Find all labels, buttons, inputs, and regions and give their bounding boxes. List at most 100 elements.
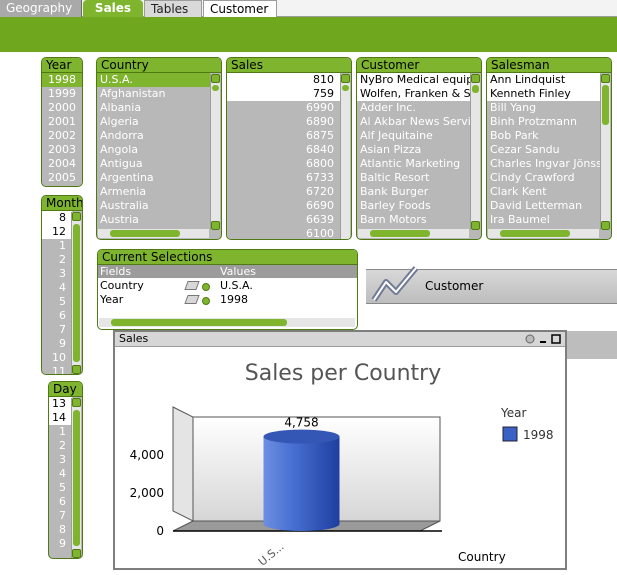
- list-item[interactable]: 1998: [42, 73, 82, 87]
- list-item[interactable]: Australia: [97, 199, 210, 213]
- tab-tables[interactable]: Tables: [144, 0, 202, 17]
- list-item[interactable]: 1: [42, 239, 72, 253]
- list-item[interactable]: 6: [49, 495, 72, 509]
- scroll-thumb[interactable]: [110, 230, 180, 237]
- list-item[interactable]: Angola: [97, 143, 210, 157]
- country-listbox[interactable]: Country U.S.A. Afghanistan Albania Algeria A…: [96, 57, 222, 240]
- list-item[interactable]: Clark Kent: [487, 185, 600, 199]
- list-item[interactable]: Ira Baumel: [487, 213, 600, 227]
- tab-geography[interactable]: Geography: [0, 0, 82, 28]
- sales-scrollbar[interactable]: [340, 74, 350, 239]
- list-item[interactable]: 11: [42, 365, 72, 374]
- tab-sales[interactable]: Sales: [83, 0, 143, 17]
- list-item[interactable]: Bank Burger: [357, 185, 470, 199]
- list-item[interactable]: 12: [42, 225, 72, 239]
- list-item[interactable]: Armenia: [97, 185, 210, 199]
- list-item[interactable]: Baltic Resort: [357, 171, 470, 185]
- customer-list[interactable]: NyBro Medical equipmentWolfen, Franken &…: [357, 73, 470, 227]
- country-list[interactable]: U.S.A. Afghanistan Albania Algeria Andorra An…: [97, 73, 210, 227]
- salesman-scrollbar[interactable]: [600, 74, 610, 230]
- chart-options-icon[interactable]: [525, 334, 535, 344]
- year-list[interactable]: 1998 1999 2000 2001 2002 2003 2004 2005: [42, 73, 82, 185]
- salesman-list[interactable]: Ann Lindquist Kenneth Finley Bill Yang Binh…: [487, 73, 600, 227]
- list-item[interactable]: Barn Motors: [357, 213, 470, 227]
- scroll-up-icon[interactable]: [601, 74, 610, 83]
- list-item[interactable]: Andorra: [97, 129, 210, 143]
- list-item[interactable]: Austria: [97, 213, 210, 227]
- list-item[interactable]: 14: [49, 411, 72, 425]
- list-item[interactable]: 2002: [42, 129, 82, 143]
- list-item[interactable]: Alf Jequitaine: [357, 129, 470, 143]
- salesman-hscrollbar[interactable]: [488, 229, 599, 238]
- scroll-thumb[interactable]: [212, 85, 219, 91]
- scroll-up-icon[interactable]: [211, 74, 220, 83]
- month-listbox[interactable]: Month 8 12 1 2 3 4 5 6 7 9 10 11: [41, 195, 83, 375]
- list-item[interactable]: 9: [49, 537, 72, 551]
- tab-customer[interactable]: Customer: [203, 0, 277, 29]
- list-item[interactable]: 2001: [42, 115, 82, 129]
- list-item[interactable]: 4: [49, 467, 72, 481]
- list-item[interactable]: 7: [42, 323, 72, 337]
- scroll-down-icon[interactable]: [601, 221, 610, 230]
- list-item[interactable]: 8: [42, 211, 72, 225]
- list-item[interactable]: 10: [42, 351, 72, 365]
- month-list[interactable]: 8 12 1 2 3 4 5 6 7 9 10 11: [42, 211, 72, 374]
- scroll-up-icon[interactable]: [72, 212, 81, 221]
- list-item[interactable]: NyBro Medical equipment: [357, 73, 470, 87]
- scroll-down-icon[interactable]: [72, 365, 81, 374]
- list-item[interactable]: 6100: [227, 227, 340, 239]
- list-item[interactable]: Atlantic Marketing: [357, 157, 470, 171]
- current-selections-box[interactable]: Current Selections Fields Values Country…: [97, 249, 358, 330]
- list-item[interactable]: Charles Ingvar Jönsson: [487, 157, 600, 171]
- scroll-thumb[interactable]: [73, 410, 80, 546]
- customer-scrollbar[interactable]: [470, 74, 480, 230]
- list-item[interactable]: 2000: [42, 101, 82, 115]
- scroll-up-icon[interactable]: [471, 74, 480, 83]
- scroll-thumb[interactable]: [111, 319, 287, 326]
- list-item[interactable]: Kenneth Finley: [487, 87, 600, 101]
- list-item[interactable]: U.S.A.: [97, 73, 210, 87]
- list-item[interactable]: Bob Park: [487, 129, 600, 143]
- customer-hscrollbar[interactable]: [358, 229, 469, 238]
- list-item[interactable]: Antigua: [97, 157, 210, 171]
- list-item[interactable]: 9: [42, 337, 72, 351]
- list-item[interactable]: Cindy Crawford: [487, 171, 600, 185]
- list-item[interactable]: 5: [42, 295, 72, 309]
- list-item[interactable]: 3: [42, 267, 72, 281]
- list-item[interactable]: Cezar Sandu: [487, 143, 600, 157]
- scroll-down-icon[interactable]: [471, 221, 480, 230]
- list-item[interactable]: 6840: [227, 143, 340, 157]
- list-item[interactable]: 6875: [227, 129, 340, 143]
- sales-chart-window[interactable]: Sales Sales per Country 0 2,000 4,000 4,758 U…: [113, 330, 567, 570]
- list-item[interactable]: Ann Lindquist: [487, 73, 600, 87]
- list-item[interactable]: Algeria: [97, 115, 210, 129]
- scroll-thumb[interactable]: [472, 85, 479, 93]
- list-item[interactable]: Argentina: [97, 171, 210, 185]
- list-item[interactable]: 6890: [227, 115, 340, 129]
- scroll-thumb[interactable]: [73, 224, 80, 362]
- list-item[interactable]: 810: [227, 73, 340, 87]
- list-item[interactable]: 3: [49, 453, 72, 467]
- sales-list[interactable]: 810 759 6990 6890 6875 6840 6800 6733 6720 6690 66…: [227, 73, 340, 239]
- day-scrollbar[interactable]: [71, 398, 81, 558]
- list-item[interactable]: 7: [49, 509, 72, 523]
- list-item[interactable]: 6800: [227, 157, 340, 171]
- scroll-down-icon[interactable]: [72, 549, 81, 558]
- scroll-thumb[interactable]: [370, 230, 430, 237]
- scroll-thumb[interactable]: [602, 85, 609, 125]
- current-selections-hscrollbar[interactable]: [99, 318, 355, 327]
- list-item[interactable]: Albania: [97, 101, 210, 115]
- list-item[interactable]: 1999: [42, 87, 82, 101]
- customer-button[interactable]: Customer: [366, 266, 617, 304]
- list-item[interactable]: Asian Pizza: [357, 143, 470, 157]
- day-listbox[interactable]: Day 13 14 1 2 3 4 5 6 7 8 9: [48, 381, 83, 559]
- list-item[interactable]: 6720: [227, 185, 340, 199]
- scroll-down-icon[interactable]: [211, 221, 220, 230]
- chart-window-titlebar[interactable]: Sales: [115, 332, 565, 347]
- list-item[interactable]: 1: [49, 425, 72, 439]
- list-item[interactable]: 5: [49, 481, 72, 495]
- month-scrollbar[interactable]: [71, 212, 81, 374]
- minimize-icon[interactable]: [538, 334, 548, 344]
- country-hscrollbar[interactable]: [98, 229, 209, 238]
- list-item[interactable]: 4: [42, 281, 72, 295]
